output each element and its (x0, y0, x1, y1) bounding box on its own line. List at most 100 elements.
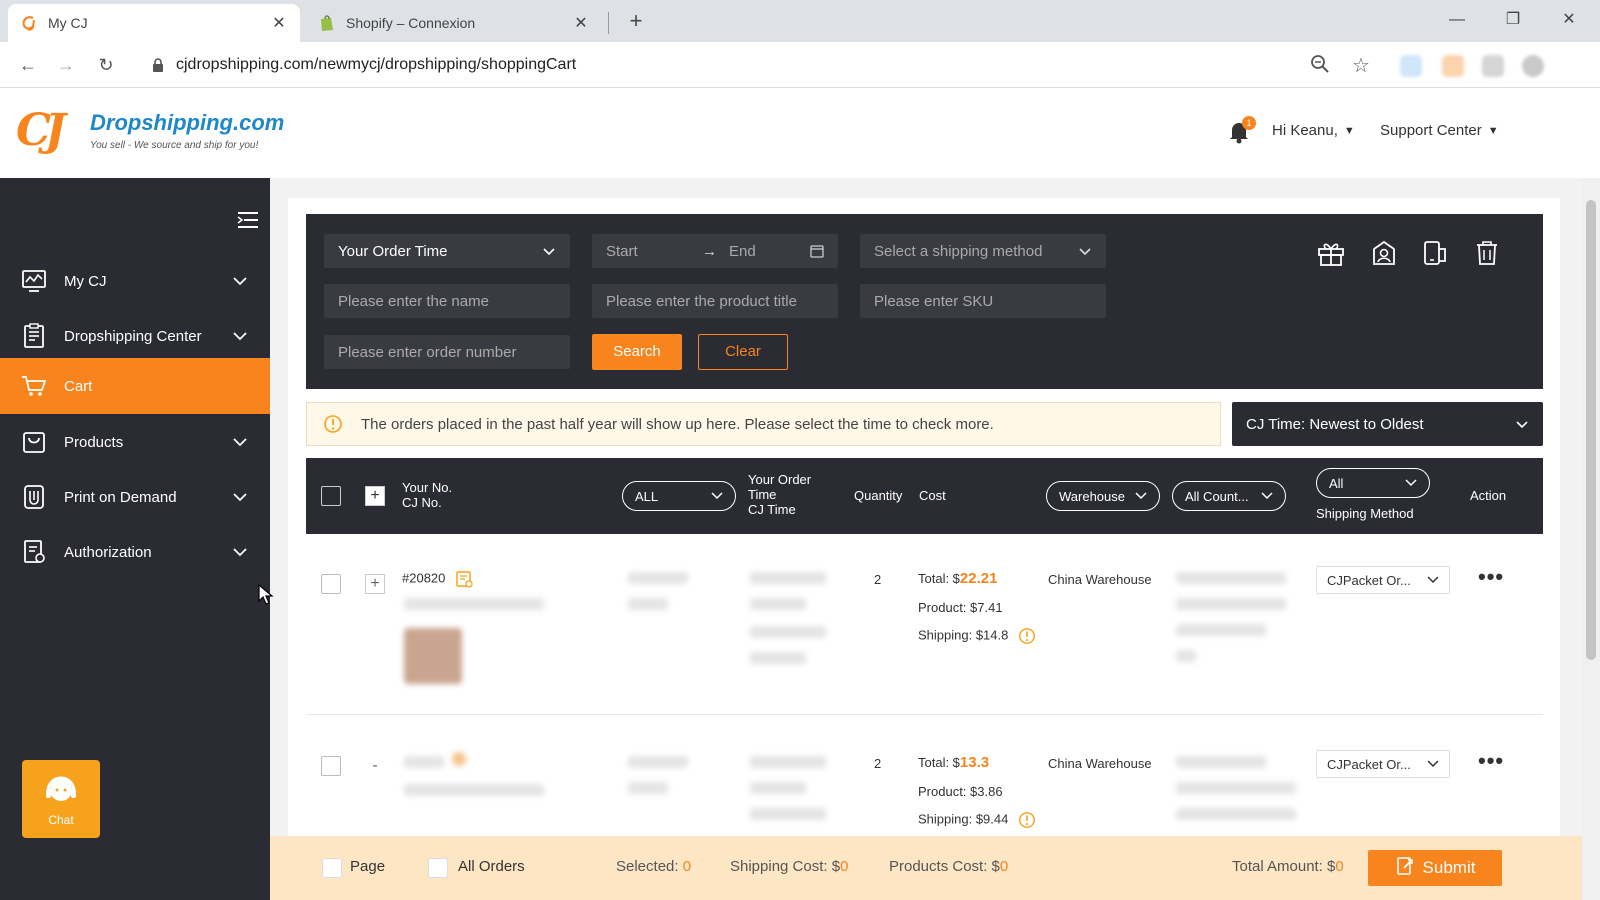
page-scrollbar[interactable] (1582, 178, 1600, 900)
sidebar-item-my-cj[interactable]: My CJ (0, 253, 270, 309)
list-doc-icon (20, 322, 48, 350)
zoom-icon[interactable] (1310, 54, 1330, 77)
total-cost: Total: $22.21 (918, 570, 997, 587)
chat-button[interactable]: Chat (22, 760, 100, 838)
sidebar-item-dropshipping-center[interactable]: Dropshipping Center (0, 308, 270, 364)
minimize-icon[interactable]: — (1434, 6, 1480, 36)
store-filter-select[interactable]: ALL (622, 481, 736, 511)
cj-time-label: CJ Time (748, 502, 796, 517)
close-window-icon[interactable]: ✕ (1546, 6, 1592, 36)
user-address-icon[interactable] (1365, 234, 1403, 272)
gift-icon[interactable] (1312, 234, 1350, 272)
action-header: Action (1470, 488, 1507, 503)
expand-all-icon[interactable]: + (365, 486, 385, 506)
menu-collapse-icon[interactable] (236, 210, 260, 230)
tab-title: My CJ (48, 15, 88, 31)
warehouse-filter-select[interactable]: Warehouse (1046, 481, 1160, 511)
product-thumbnail[interactable] (404, 628, 462, 684)
sidebar-item-cart[interactable]: Cart (0, 358, 270, 414)
order-number[interactable]: #20820 (402, 570, 473, 588)
collapse-row-icon[interactable]: - (365, 756, 385, 776)
select-all-checkbox[interactable] (321, 486, 341, 506)
shipping-cost-value: 0 (840, 858, 849, 875)
profile-avatar[interactable] (1522, 55, 1544, 77)
sidebar-item-print-on-demand[interactable]: Print on Demand (0, 469, 270, 525)
back-icon[interactable]: ← (14, 52, 42, 80)
reload-icon[interactable]: ↻ (92, 52, 120, 80)
extension-icon[interactable] (1442, 55, 1464, 77)
total-value: 22.21 (959, 570, 998, 587)
sku-input[interactable]: Please enter SKU (860, 284, 1106, 318)
shipping-method-value: CJPacket Or... (1327, 756, 1411, 772)
new-tab-icon[interactable]: + (622, 8, 650, 36)
blurred-order-time (750, 598, 806, 610)
warning-info-icon[interactable] (1018, 811, 1036, 829)
row-checkbox[interactable] (321, 574, 341, 594)
restore-icon[interactable]: ❐ (1490, 6, 1536, 36)
url-input[interactable]: cjdropshipping.com/newmycj/dropshipping/… (138, 49, 1388, 81)
order-time-select[interactable]: Your Order Time (324, 234, 570, 268)
row-checkbox[interactable] (321, 756, 341, 776)
table-row: - 2 Total: $13.3 Product: $3.86 Shipping… (306, 722, 1543, 842)
browser-tab-shopify[interactable]: Shopify – Connexion ✕ (306, 4, 602, 42)
shipping-method-select[interactable]: Select a shipping method (860, 234, 1106, 268)
expand-row-icon[interactable]: + (365, 574, 385, 594)
caret-down-icon: ▼ (1343, 124, 1355, 137)
extension-icon[interactable] (1400, 55, 1422, 77)
browser-tab-mycj[interactable]: My CJ ✕ (8, 4, 300, 42)
product-cost: Product: $7.41 (918, 600, 1003, 615)
close-tab-icon[interactable]: ✕ (572, 13, 590, 33)
select-page-checkbox[interactable] (322, 858, 342, 878)
chevron-down-icon (232, 437, 252, 447)
support-center-menu[interactable]: Support Center ▼ (1380, 122, 1499, 139)
sidebar-item-authorization[interactable]: Authorization (0, 524, 270, 580)
order-number-input[interactable]: Please enter order number (324, 335, 570, 369)
shipping-method-row-select[interactable]: CJPacket Or... (1316, 566, 1450, 594)
product-title-input[interactable]: Please enter the product title (592, 284, 838, 318)
order-time-label-2: Time (748, 487, 777, 502)
blurred-store-name (628, 756, 688, 768)
main-area: Your Order Time Start → End Select a shi… (270, 178, 1582, 900)
chevron-down-icon (1427, 760, 1439, 768)
user-menu[interactable]: Hi Keanu, ▼ (1272, 122, 1355, 139)
end-date-input[interactable]: End (729, 243, 756, 260)
site-logo[interactable]: CJ Dropshipping.com You sell - We source… (16, 106, 284, 166)
extension-icon[interactable] (1482, 55, 1504, 77)
order-note-icon[interactable] (452, 752, 466, 766)
sidebar-item-products[interactable]: Products (0, 414, 270, 470)
warehouse-filter-value: Warehouse (1059, 488, 1125, 504)
chevron-down-icon (1135, 492, 1147, 500)
more-actions-icon[interactable]: ••• (1478, 564, 1504, 590)
products-cost-total: Products Cost: $0 (889, 858, 1008, 875)
forward-icon[interactable]: → (52, 52, 80, 80)
order-number-text: #20820 (402, 570, 446, 586)
order-note-icon[interactable] (455, 570, 473, 588)
start-date-input[interactable]: Start (606, 243, 702, 260)
chevron-down-icon (1427, 576, 1439, 584)
shipping-sync-icon[interactable] (1416, 234, 1454, 272)
cart-icon (20, 372, 48, 400)
date-range-picker[interactable]: Start → End (592, 234, 838, 268)
blurred-order-time (750, 782, 806, 794)
warning-info-icon[interactable] (1018, 627, 1036, 645)
warehouse-value: China Warehouse (1048, 756, 1152, 771)
selected-count: Selected: 0 (616, 858, 691, 875)
submit-button[interactable]: Submit (1368, 850, 1502, 886)
country-filter-select[interactable]: All Count... (1172, 481, 1286, 511)
cart-summary-bar: Page All Orders Selected: 0 Shipping Cos… (270, 836, 1582, 900)
shipping-filter-select[interactable]: All (1316, 468, 1430, 498)
shipping-method-row-select[interactable]: CJPacket Or... (1316, 750, 1450, 778)
sort-select[interactable]: CJ Time: Newest to Oldest (1232, 402, 1543, 446)
bookmark-star-icon[interactable]: ☆ (1352, 53, 1370, 78)
shipping-method-value: CJPacket Or... (1327, 572, 1411, 588)
clear-button[interactable]: Clear (698, 334, 788, 370)
search-button[interactable]: Search (592, 334, 682, 370)
warehouse-value: China Warehouse (1048, 572, 1152, 587)
name-input[interactable]: Please enter the name (324, 284, 570, 318)
close-tab-icon[interactable]: ✕ (270, 13, 288, 33)
more-actions-icon[interactable]: ••• (1478, 748, 1504, 774)
scrollbar-thumb[interactable] (1586, 200, 1596, 660)
select-all-orders-checkbox[interactable] (428, 858, 448, 878)
pod-icon (20, 483, 48, 511)
trash-icon[interactable] (1468, 234, 1506, 272)
